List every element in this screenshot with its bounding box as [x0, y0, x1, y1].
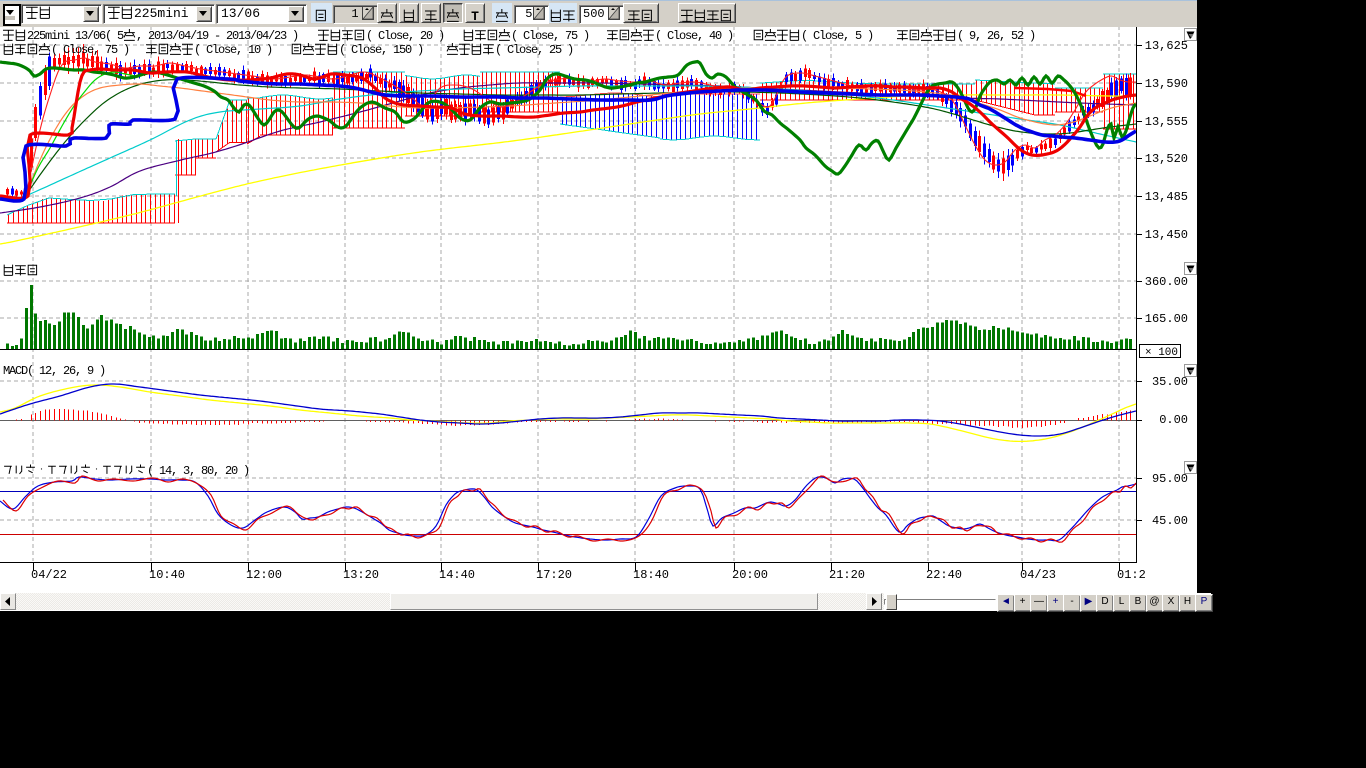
- svg-text:( 9, 26, 52 ): ( 9, 26, 52 ): [957, 29, 1035, 43]
- svg-text:13:20: 13:20: [343, 568, 379, 582]
- svg-text:( Close, 5 ): ( Close, 5 ): [801, 29, 873, 43]
- svg-text:( Close, 75 ): ( Close, 75 ): [511, 29, 589, 43]
- svg-text:45.00: 45.00: [1152, 514, 1188, 528]
- svg-text:( Close, 75 ): ( Close, 75 ): [51, 43, 129, 57]
- svg-text:20:00: 20:00: [732, 568, 768, 582]
- svg-text:12:00: 12:00: [246, 568, 282, 582]
- svg-text:× 100: × 100: [1145, 347, 1178, 359]
- svg-text:13,485: 13,485: [1145, 190, 1188, 204]
- svg-text:( Close, 25 ): ( Close, 25 ): [495, 43, 573, 57]
- svg-text:( Close, 10 ): ( Close, 10 ): [194, 43, 272, 57]
- svg-text:18:40: 18:40: [633, 568, 669, 582]
- svg-text:14:40: 14:40: [439, 568, 475, 582]
- svg-text:13,520: 13,520: [1145, 152, 1188, 166]
- svg-text:( Close, 20 ): ( Close, 20 ): [366, 29, 444, 43]
- svg-text:( 14, 3, 80, 20 ): ( 14, 3, 80, 20 ): [147, 464, 249, 478]
- svg-text:22:40: 22:40: [926, 568, 962, 582]
- svg-text:10:40: 10:40: [149, 568, 185, 582]
- svg-text:01:2: 01:2: [1117, 568, 1146, 582]
- svg-text:( Close, 40 ): ( Close, 40 ): [655, 29, 733, 43]
- svg-text:13,450: 13,450: [1145, 228, 1188, 242]
- svg-text:95.00: 95.00: [1152, 472, 1188, 486]
- svg-text:35.00: 35.00: [1152, 375, 1188, 389]
- svg-text:13,590: 13,590: [1145, 77, 1188, 91]
- svg-text:13,625: 13,625: [1145, 39, 1188, 53]
- svg-text:, 2013/04/19 - 2013/04/23 ): , 2013/04/19 - 2013/04/23 ): [136, 29, 298, 43]
- svg-text:0.00: 0.00: [1159, 413, 1188, 427]
- svg-text:225mini 13/06( 5: 225mini 13/06( 5: [27, 29, 124, 43]
- svg-text:21:20: 21:20: [829, 568, 865, 582]
- svg-text:MACD( 12, 26, 9 ): MACD( 12, 26, 9 ): [3, 364, 105, 378]
- svg-text:( Close, 150 ): ( Close, 150 ): [339, 43, 423, 57]
- svg-text:360.00: 360.00: [1145, 275, 1188, 289]
- svg-text:04/23: 04/23: [1020, 568, 1056, 582]
- svg-text:17:20: 17:20: [536, 568, 572, 582]
- svg-text:165.00: 165.00: [1145, 312, 1188, 326]
- svg-text:13,555: 13,555: [1145, 115, 1188, 129]
- svg-text:04/22: 04/22: [31, 568, 67, 582]
